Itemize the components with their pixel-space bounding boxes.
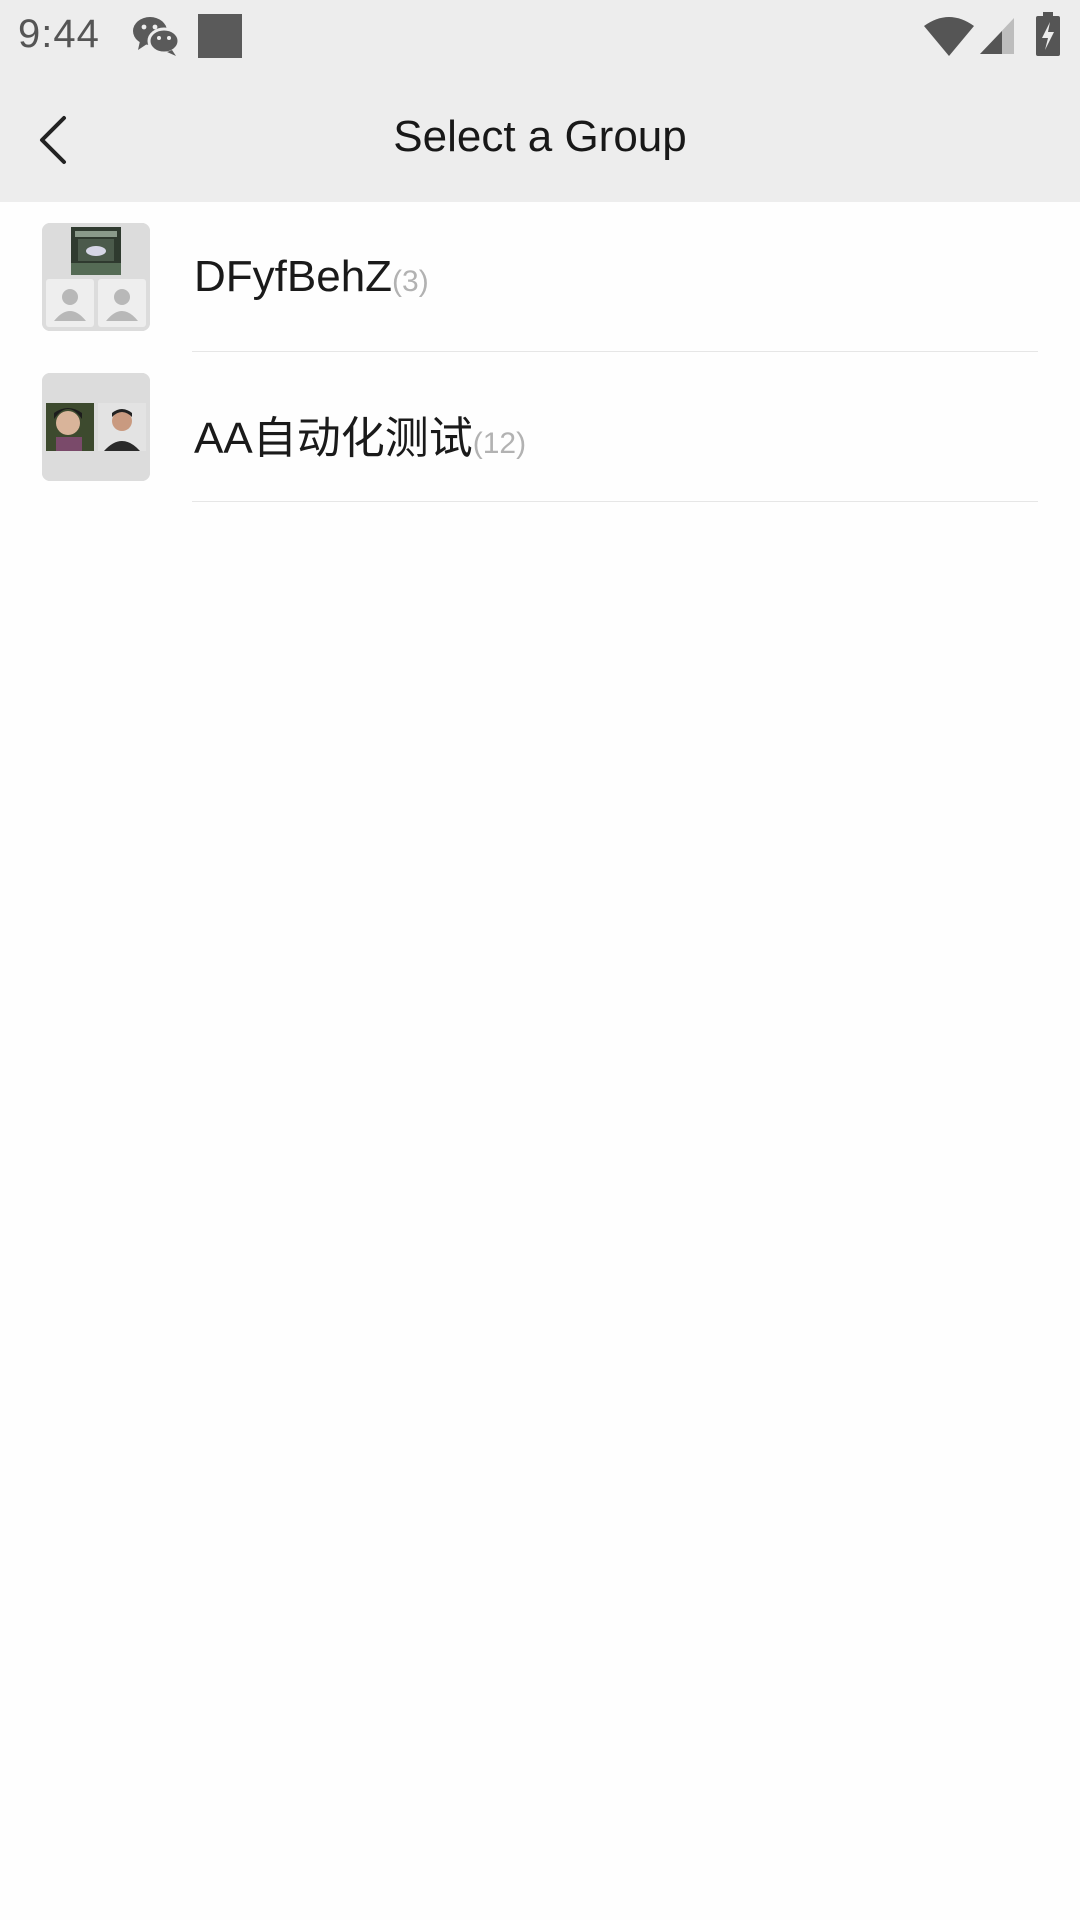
group-item-aa-test[interactable]: AA自动化测试(12) (0, 352, 1080, 502)
cellular-signal-icon (980, 18, 1014, 54)
group-name: DFyfBehZ(3) (194, 252, 429, 302)
status-time: 9:44 (18, 12, 100, 56)
chevron-left-icon (26, 116, 82, 178)
group-item-dfyfbehz[interactable]: DFyfBehZ(3) (0, 202, 1080, 352)
wifi-icon (924, 16, 974, 56)
group-name-text: AA自动化测试 (194, 414, 473, 463)
battery-charging-icon (1036, 12, 1060, 56)
group-avatar (42, 373, 150, 481)
notification-square-icon (198, 14, 242, 58)
group-name-text: DFyfBehZ (194, 252, 393, 301)
member-count: (12) (472, 427, 527, 460)
page-title: Select a Group (393, 112, 687, 161)
divider (192, 501, 1038, 502)
wechat-icon (132, 14, 181, 58)
group-list: DFyfBehZ(3) AA自动化测试(12) (0, 202, 1080, 502)
nav-bar: Select a Group (0, 76, 1080, 202)
group-name: AA自动化测试(12) (194, 402, 526, 466)
member-count: (3) (392, 265, 429, 298)
group-avatar (42, 223, 150, 331)
status-bar: 9:44 (0, 0, 1080, 76)
